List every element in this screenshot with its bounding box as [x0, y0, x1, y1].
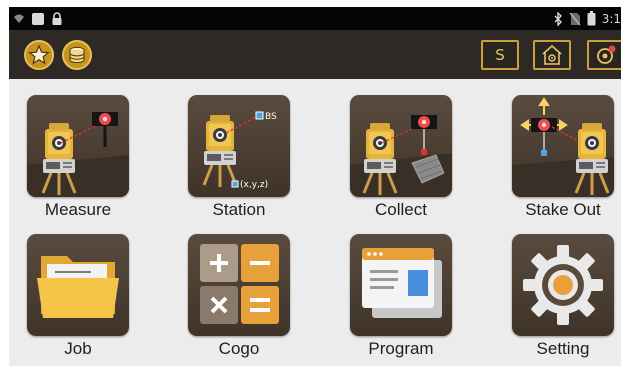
- tile-station-label: Station: [212, 200, 266, 219]
- setting-gear-icon: [512, 234, 614, 336]
- star-icon: [26, 42, 52, 68]
- tile-job[interactable]: Job: [26, 234, 130, 359]
- tile-measure[interactable]: Measure: [26, 95, 130, 220]
- database-icon: [64, 42, 90, 68]
- cogo-calculator-icon: [188, 234, 290, 336]
- stake-out-icon: [512, 95, 614, 197]
- app-launcher-grid: Measure BS (x,y,z) Station Collect Stake…: [9, 79, 621, 366]
- home-settings-button[interactable]: [533, 40, 571, 70]
- tile-job-label: Job: [64, 339, 92, 358]
- target-icon: [594, 44, 618, 66]
- measure-icon: [27, 95, 129, 197]
- job-folder-icon: [27, 234, 129, 336]
- clock: 3:1: [601, 11, 621, 26]
- status-bar: 3:1: [9, 7, 621, 30]
- lock-icon: [51, 11, 63, 26]
- notification-icon: [31, 12, 45, 26]
- coordinate-label: (x,y,z): [240, 180, 268, 190]
- database-button[interactable]: [62, 40, 92, 70]
- target-button[interactable]: [587, 40, 621, 70]
- tile-cogo[interactable]: Cogo: [187, 234, 291, 359]
- s-button-label: S: [495, 46, 505, 64]
- home-settings-icon: [540, 44, 564, 66]
- no-sim-icon: [569, 12, 581, 26]
- backsight-label: BS: [265, 112, 277, 122]
- wifi-icon: [13, 13, 25, 25]
- tile-measure-label: Measure: [44, 200, 112, 219]
- tile-cogo-label: Cogo: [218, 339, 260, 358]
- tile-stake-out[interactable]: Stake Out: [511, 95, 615, 220]
- tile-stake-out-label: Stake Out: [525, 200, 601, 219]
- tile-station[interactable]: BS (x,y,z) Station: [187, 95, 291, 220]
- s-button[interactable]: S: [481, 40, 519, 70]
- station-icon: BS (x,y,z): [188, 95, 290, 197]
- program-window-icon: [350, 234, 452, 336]
- tile-program[interactable]: Program: [349, 234, 453, 359]
- tile-collect-label: Collect: [375, 200, 427, 219]
- collect-icon: [350, 95, 452, 197]
- tile-program-label: Program: [368, 339, 434, 358]
- battery-icon: [587, 11, 596, 26]
- app-screen: 3:1 S Measure BS (x,y,z) Station Collect…: [9, 7, 621, 366]
- favorites-button[interactable]: [24, 40, 54, 70]
- tile-setting-label: Setting: [536, 339, 590, 358]
- bluetooth-icon: [553, 11, 563, 26]
- tile-collect[interactable]: Collect: [349, 95, 453, 220]
- tile-setting[interactable]: Setting: [511, 234, 615, 359]
- top-toolbar: S: [9, 30, 621, 79]
